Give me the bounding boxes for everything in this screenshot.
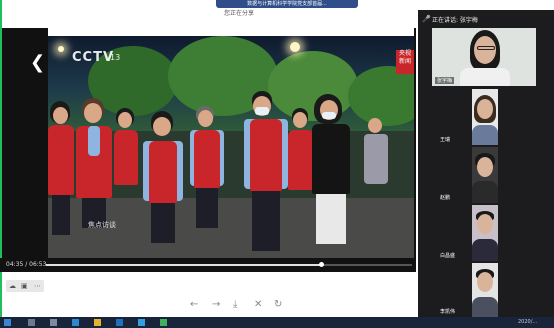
progress-fill [46, 264, 321, 266]
progress-knob[interactable] [318, 262, 324, 267]
video-letterbox-right [414, 28, 416, 271]
store-icon[interactable] [116, 319, 123, 326]
tree [268, 51, 358, 121]
app-icon[interactable] [138, 319, 145, 326]
participant-name: 李凯伟 [440, 309, 456, 315]
speaking-label: 正在讲话: 张宇梅 [432, 17, 478, 24]
forward-icon[interactable]: → [212, 299, 220, 311]
speaker-bar: 🎤 正在讲话: 张宇梅 [418, 12, 554, 26]
participant-tile[interactable]: 赵鹏 [432, 147, 536, 203]
task-view-icon[interactable] [50, 319, 57, 326]
back-icon[interactable]: ← [190, 299, 198, 311]
close-icon[interactable]: ✕ [254, 299, 262, 311]
street-light [58, 46, 64, 52]
participant-tile[interactable]: 王瑞 [432, 89, 536, 145]
video-frame[interactable]: CCTV 13 央视 新闻 焦点访谈 [48, 36, 415, 258]
edge-icon[interactable] [72, 319, 79, 326]
station-logo: 央视 新闻 [396, 50, 414, 74]
participant-tile[interactable]: 张宇梅 [432, 28, 536, 86]
more-icon[interactable]: ⋯ [34, 282, 41, 290]
taskbar: 2020/... [0, 317, 554, 328]
playback-time: 04:35 / 06:53 [6, 261, 47, 268]
channel-number: 13 [110, 53, 121, 62]
participant-name: 赵鹏 [440, 195, 451, 201]
notification-banner[interactable]: 数据与计算机科学学院党支部首届... [216, 0, 358, 8]
participant-name: 张宇梅 [435, 77, 455, 84]
participant-tile[interactable]: 李凯伟 [432, 263, 536, 317]
mini-toolbar: ☁ ▣ ⋯ [6, 280, 44, 292]
participant-name: 白昌盛 [440, 253, 456, 259]
search-icon[interactable] [28, 319, 35, 326]
folder-icon[interactable] [94, 319, 101, 326]
app-icon[interactable] [160, 319, 167, 326]
start-icon[interactable] [4, 319, 11, 326]
cloud-icon[interactable]: ☁ [9, 282, 16, 290]
program-logo: 焦点访谈 [88, 221, 116, 229]
participant-name: 王瑞 [440, 137, 451, 143]
microphone-icon: 🎤 [422, 15, 431, 23]
street-light [290, 42, 300, 52]
participant-tile[interactable]: 白昌盛 [432, 205, 536, 261]
taskbar-clock: 2020/... [518, 319, 538, 325]
refresh-icon[interactable]: ↻ [274, 299, 282, 311]
participant-panel: 🎤 正在讲话: 张宇梅 张宇梅 王瑞 赵鹏 白昌盛 李凯伟 [418, 10, 554, 317]
player-controls: 04:35 / 06:53 [0, 258, 416, 272]
share-hint: 您正在分享 [224, 10, 255, 17]
back-arrow-icon[interactable]: ❮ [30, 54, 45, 72]
progress-bar[interactable] [46, 262, 412, 267]
channel-logo: CCTV [72, 50, 115, 65]
screen-icon[interactable]: ▣ [21, 282, 28, 290]
download-icon[interactable]: ⤓ [233, 299, 237, 311]
